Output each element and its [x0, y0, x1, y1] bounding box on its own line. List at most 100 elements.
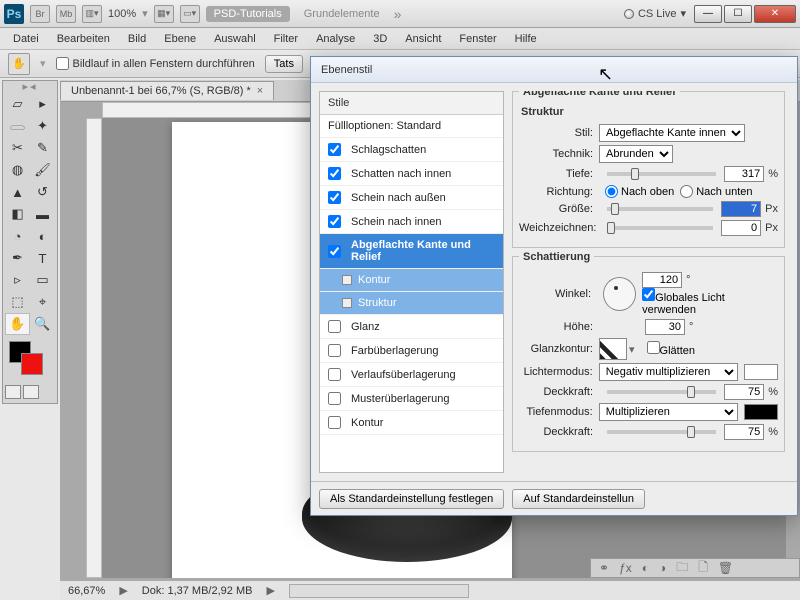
- highlight-color[interactable]: [744, 364, 778, 380]
- stil-select[interactable]: Abgeflachte Kante innen: [599, 124, 745, 142]
- shadow-color[interactable]: [744, 404, 778, 420]
- zoom-tool[interactable]: 🔍: [30, 313, 55, 335]
- close-document-icon[interactable]: ×: [257, 85, 263, 97]
- workspace-grundelemente[interactable]: Grundelemente: [296, 6, 388, 22]
- size-input[interactable]: [721, 201, 761, 217]
- background-color[interactable]: [21, 353, 43, 375]
- angle-input[interactable]: [642, 272, 682, 288]
- style-inner-shadow[interactable]: Schatten nach innen: [320, 162, 503, 186]
- make-default-button[interactable]: Als Standardeinstellung festlegen: [319, 489, 504, 509]
- menu-datei[interactable]: Datei: [6, 31, 46, 47]
- menu-3d[interactable]: 3D: [366, 31, 394, 47]
- blur-tool[interactable]: ◔: [5, 225, 30, 247]
- reset-default-button[interactable]: Auf Standardeinstellun: [512, 489, 645, 509]
- shape-tool[interactable]: ▭: [30, 269, 55, 291]
- style-blend-options[interactable]: Füllloptionen: Standard: [320, 115, 503, 138]
- angle-wheel[interactable]: [603, 277, 636, 311]
- camera-tool[interactable]: ⌖: [30, 291, 55, 313]
- status-zoom[interactable]: 66,67%: [68, 585, 105, 597]
- hand-tool[interactable]: ✋: [5, 313, 30, 335]
- trash-icon[interactable]: 🗑: [718, 561, 733, 575]
- direct-selection-tool[interactable]: ▹: [5, 269, 30, 291]
- menu-bearbeiten[interactable]: Bearbeiten: [50, 31, 117, 47]
- zoom-level[interactable]: 100%: [108, 8, 136, 20]
- history-brush-tool[interactable]: ↺: [30, 181, 55, 203]
- style-gradient-overlay[interactable]: Verlaufsüberlagerung: [320, 363, 503, 387]
- antialias-checkbox[interactable]: Glätten: [647, 341, 695, 357]
- menu-fenster[interactable]: Fenster: [452, 31, 503, 47]
- style-stroke[interactable]: Kontur: [320, 411, 503, 435]
- dodge-tool[interactable]: ◐: [30, 225, 55, 247]
- menu-analyse[interactable]: Analyse: [309, 31, 362, 47]
- screenmode-button[interactable]: ▭▾: [180, 5, 200, 23]
- menu-auswahl[interactable]: Auswahl: [207, 31, 263, 47]
- screen-mode-toggle[interactable]: [23, 385, 39, 399]
- menu-bild[interactable]: Bild: [121, 31, 153, 47]
- vertical-ruler[interactable]: [86, 118, 102, 578]
- bridge-button[interactable]: Br: [30, 5, 50, 23]
- layer-mask-icon[interactable]: ◐: [642, 561, 649, 575]
- shadow-opacity-slider[interactable]: [607, 430, 716, 434]
- tiefe-slider[interactable]: [607, 172, 716, 176]
- color-swatches[interactable]: [5, 339, 55, 381]
- global-light-checkbox[interactable]: Globales Licht verwenden: [642, 292, 725, 316]
- menu-filter[interactable]: Filter: [267, 31, 305, 47]
- style-inner-glow[interactable]: Schein nach innen: [320, 210, 503, 234]
- shadow-mode-select[interactable]: Multiplizieren: [599, 403, 738, 421]
- type-tool[interactable]: T: [30, 247, 55, 269]
- highlight-mode-select[interactable]: Negativ multiplizieren: [599, 363, 738, 381]
- menu-ansicht[interactable]: Ansicht: [398, 31, 448, 47]
- window-minimize-button[interactable]: —: [694, 5, 722, 23]
- actual-pixels-button[interactable]: Tats: [265, 55, 303, 73]
- link-layers-icon[interactable]: ⚭: [599, 561, 609, 575]
- eraser-tool[interactable]: ◧: [5, 203, 30, 225]
- status-doc-size[interactable]: Dok: 1,37 MB/2,92 MB: [142, 585, 253, 597]
- document-tab[interactable]: Unbenannt-1 bei 66,7% (S, RGB/8) *×: [60, 81, 274, 100]
- style-pattern-overlay[interactable]: Musterüberlagerung: [320, 387, 503, 411]
- dialog-title[interactable]: Ebenenstil: [311, 57, 797, 83]
- gradient-tool[interactable]: ▬: [30, 203, 55, 225]
- style-drop-shadow[interactable]: Schlagschatten: [320, 138, 503, 162]
- window-close-button[interactable]: ✕: [754, 5, 796, 23]
- style-outer-glow[interactable]: Schein nach außen: [320, 186, 503, 210]
- size-slider[interactable]: [607, 207, 713, 211]
- highlight-opacity-input[interactable]: [724, 384, 764, 400]
- richtung-up-radio[interactable]: Nach oben: [605, 185, 674, 198]
- soften-input[interactable]: [721, 220, 761, 236]
- shadow-opacity-input[interactable]: [724, 424, 764, 440]
- clone-stamp-tool[interactable]: ▲: [5, 181, 30, 203]
- hand-tool-icon[interactable]: ✋: [8, 53, 30, 75]
- menu-ebene[interactable]: Ebene: [157, 31, 203, 47]
- workspace-overflow-button[interactable]: »: [394, 6, 402, 22]
- menu-hilfe[interactable]: Hilfe: [508, 31, 544, 47]
- style-bevel-texture[interactable]: Struktur: [320, 292, 503, 315]
- window-maximize-button[interactable]: ☐: [724, 5, 752, 23]
- adjustment-layer-icon[interactable]: ◑: [659, 561, 666, 575]
- magic-wand-tool[interactable]: ✦: [30, 115, 55, 137]
- status-menu-button[interactable]: ▶: [119, 584, 127, 597]
- style-color-overlay[interactable]: Farbüberlagerung: [320, 339, 503, 363]
- gloss-contour-picker[interactable]: [599, 338, 627, 360]
- style-bevel-emboss[interactable]: Abgeflachte Kante und Relief: [320, 234, 503, 269]
- richtung-down-radio[interactable]: Nach unten: [680, 185, 752, 198]
- crop-tool[interactable]: ✂: [5, 137, 30, 159]
- workspace-psd-tutorials[interactable]: PSD-Tutorials: [206, 6, 290, 22]
- horizontal-scrollbar[interactable]: [289, 584, 469, 598]
- style-satin[interactable]: Glanz: [320, 315, 503, 339]
- pen-tool[interactable]: ✒: [5, 247, 30, 269]
- panel-grip[interactable]: ▸◂: [5, 85, 55, 93]
- eyedropper-tool[interactable]: ✎: [30, 137, 55, 159]
- healing-brush-tool[interactable]: ◍: [5, 159, 30, 181]
- technik-select[interactable]: Abrunden: [599, 145, 673, 163]
- tiefe-input[interactable]: [724, 166, 764, 182]
- scroll-all-windows-checkbox[interactable]: Bildlauf in allen Fenstern durchführen: [56, 57, 255, 70]
- cs-live-button[interactable]: CS Live ▾: [624, 7, 686, 20]
- move-tool[interactable]: ▱: [5, 93, 30, 115]
- quick-mask-toggle[interactable]: [5, 385, 21, 399]
- highlight-opacity-slider[interactable]: [607, 390, 716, 394]
- brush-tool[interactable]: 🖌: [30, 159, 55, 181]
- minibridge-button[interactable]: Mb: [56, 5, 76, 23]
- layer-style-icon[interactable]: ƒx: [619, 561, 632, 575]
- lasso-tool[interactable]: 𓋰: [5, 115, 30, 137]
- new-layer-icon[interactable]: 🗋: [698, 558, 708, 579]
